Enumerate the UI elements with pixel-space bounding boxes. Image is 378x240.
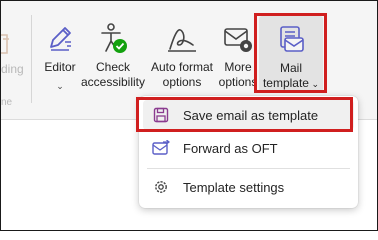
gear-icon (152, 178, 170, 196)
forward-mail-icon (152, 139, 170, 157)
mail-template-menu: Save email as template Forward as OFT Te… (139, 96, 358, 208)
save-email-as-template-item[interactable]: Save email as template (143, 100, 354, 130)
editor-label: Editor (44, 60, 76, 74)
accessibility-check-icon (101, 23, 127, 53)
partial-button-label: ding (1, 62, 24, 76)
mail-template-icon (280, 26, 304, 52)
check-accessibility-label-line2: accessibility (80, 75, 146, 89)
more-options-label-line1: More (224, 60, 252, 74)
menu-item-label: Template settings (183, 179, 285, 195)
chevron-down-icon: ⌄ (308, 79, 320, 89)
check-accessibility-label-line1: Check (95, 60, 130, 74)
menu-item-label: Forward as OFT (183, 140, 278, 156)
partial-tool-icon (1, 34, 9, 54)
mail-settings-icon (224, 28, 252, 52)
template-settings-item[interactable]: Template settings (143, 172, 354, 202)
editor-button[interactable]: Editor ⌄ (39, 15, 81, 107)
editor-pen-icon (50, 27, 71, 51)
auto-format-label-line1: Auto format (150, 60, 214, 74)
partial-group-label: ne (1, 97, 13, 108)
mail-template-label-line2: template ⌄ (262, 76, 320, 90)
menu-item-label: Save email as template (183, 107, 319, 123)
mail-template-label-line1: Mail (279, 61, 302, 75)
mail-template-button[interactable]: Mail template ⌄ (259, 16, 323, 92)
check-accessibility-button[interactable]: Check accessibility (80, 15, 146, 107)
group-separator (31, 15, 32, 103)
auto-format-options-button[interactable]: Auto format options (146, 15, 218, 107)
menu-divider (147, 168, 350, 169)
auto-format-label-line2: options (162, 75, 202, 89)
auto-format-icon (168, 29, 196, 52)
chevron-down-icon: ⌄ (56, 81, 64, 91)
more-options-label-line2: options (218, 75, 258, 89)
more-options-button[interactable]: More options (216, 15, 260, 107)
save-icon (152, 106, 170, 124)
forward-as-oft-item[interactable]: Forward as OFT (143, 133, 354, 163)
